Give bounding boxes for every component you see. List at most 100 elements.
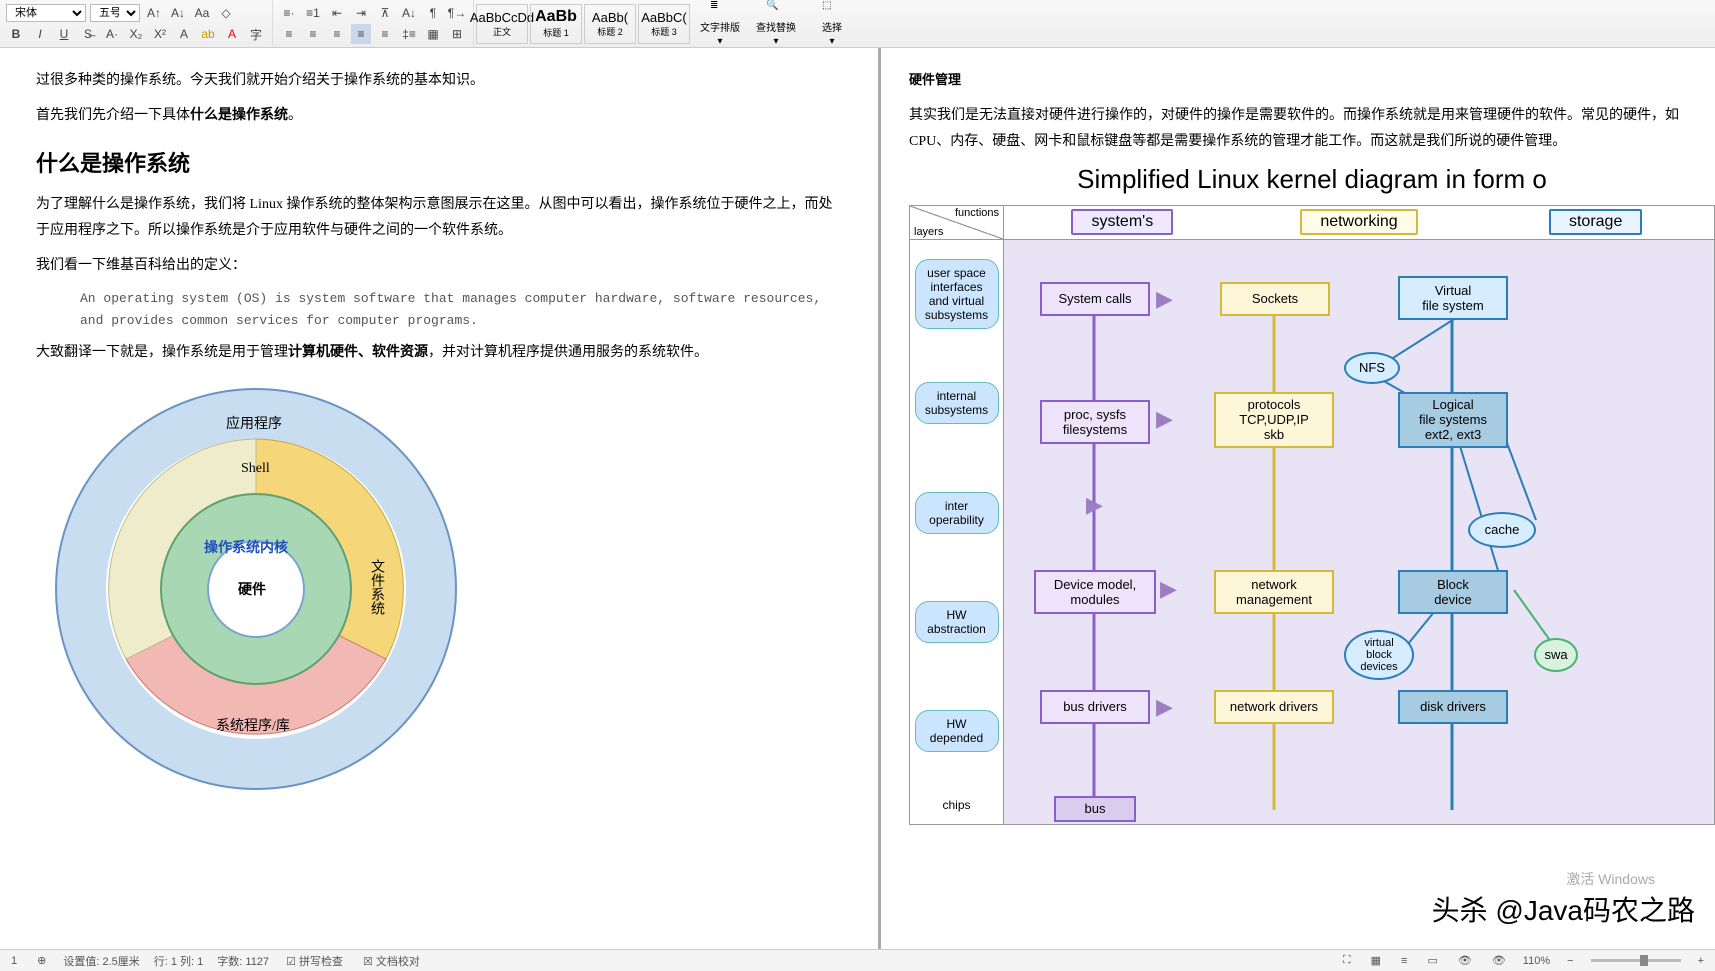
- clear-format-icon[interactable]: ◇: [216, 3, 236, 23]
- styles-gallery: AaBbCcDd正文 AaBb标题 1 AaBb(标题 2 AaBbC(标题 3: [474, 0, 692, 47]
- arrow-icon: ▶: [1156, 406, 1173, 432]
- view-outline-icon[interactable]: ≡: [1398, 955, 1410, 967]
- node-cache: cache: [1468, 512, 1536, 548]
- sort-icon[interactable]: A↓: [399, 3, 419, 23]
- spellcheck-toggle[interactable]: ☑ 拼写检查: [283, 953, 346, 969]
- font-color-icon[interactable]: A: [222, 24, 242, 44]
- word-count[interactable]: 字数: 1127: [217, 953, 269, 969]
- node-swap: swa: [1534, 638, 1578, 672]
- line-spacing-icon[interactable]: ‡≡: [399, 24, 419, 44]
- subscript-icon[interactable]: X₂: [126, 24, 146, 44]
- align-dist-icon[interactable]: ≡: [375, 24, 395, 44]
- col-systems: system's: [1071, 209, 1173, 235]
- node-devmodel: Device model, modules: [1034, 570, 1156, 614]
- ring-kernel-label: 操作系统内核: [204, 537, 288, 557]
- numbering-icon[interactable]: ≡1: [303, 3, 323, 23]
- ring-apps-label: 应用程序: [226, 413, 282, 433]
- node-syscalls: System calls: [1040, 282, 1150, 316]
- font-size-select[interactable]: 五号: [90, 4, 140, 22]
- windows-watermark: 激活 Windows: [1566, 869, 1655, 889]
- node-bus: bus: [1054, 796, 1136, 822]
- diagram-canvas: System calls ▶ Sockets Virtual file syst…: [1004, 240, 1714, 824]
- row-internal: internal subsystems: [915, 382, 999, 424]
- ltr-icon[interactable]: ¶→: [447, 3, 467, 23]
- pilcrow-icon[interactable]: ¶: [423, 3, 443, 23]
- zoom-out-icon[interactable]: −: [1564, 955, 1576, 967]
- diagram-title: Simplified Linux kernel diagram in form …: [909, 164, 1715, 195]
- zoom-level[interactable]: 110%: [1523, 955, 1550, 967]
- ring-shell-label: Shell: [241, 461, 270, 477]
- os-ring-diagram: 应用程序 Shell 操作系统内核 硬件 文件系统 系统程序/库: [46, 379, 466, 799]
- ring-syslib-label: 系统程序/库: [216, 715, 290, 735]
- fullscreen-icon[interactable]: ⛶: [1340, 954, 1354, 967]
- arrow-icon: ▶: [1160, 576, 1177, 602]
- text-layout-button[interactable]: ≣文字排版▾: [692, 0, 748, 47]
- super2-icon[interactable]: X²: [150, 24, 170, 44]
- underline-icon[interactable]: U: [54, 24, 74, 44]
- page-right[interactable]: 硬件管理 其实我们是无法直接对硬件进行操作的，对硬件的操作是需要软件的。而操作系…: [881, 48, 1715, 949]
- font-family-select[interactable]: 宋体: [6, 4, 86, 22]
- change-case-icon[interactable]: Aa: [192, 3, 212, 23]
- ring-fs-label: 文件系统: [366, 559, 386, 615]
- highlight-icon[interactable]: ab: [198, 24, 218, 44]
- align-left-icon[interactable]: ≡: [279, 24, 299, 44]
- node-netdrv: network drivers: [1214, 690, 1334, 724]
- bold-icon[interactable]: B: [6, 24, 26, 44]
- ribbon-toolbar: 宋体 五号 A↑ A↓ Aa ◇ B I U S̶ A· X₂ X² A ab …: [0, 0, 1715, 48]
- eye-icon[interactable]: 👁: [1455, 954, 1475, 967]
- shading-icon[interactable]: ▦: [423, 24, 443, 44]
- page-left[interactable]: 过很多种类的操作系统。今天我们就开始介绍关于操作系统的基本知识。 首先我们先介绍…: [0, 48, 881, 949]
- page-number[interactable]: 1: [8, 955, 20, 967]
- align-right-icon[interactable]: ≡: [327, 24, 347, 44]
- outdent-icon[interactable]: ⇤: [327, 3, 347, 23]
- nav-icon[interactable]: ⊕: [34, 954, 49, 967]
- paragraph-hw: 其实我们是无法直接对硬件进行操作的，对硬件的操作是需要软件的。而操作系统就是用来…: [909, 103, 1715, 153]
- document-area: 过很多种类的操作系统。今天我们就开始介绍关于操作系统的基本知识。 首先我们先介绍…: [0, 48, 1715, 949]
- node-proc: proc, sysfs filesystems: [1040, 400, 1150, 444]
- select-button[interactable]: ⬚选择▾: [804, 0, 860, 47]
- proof-toggle[interactable]: ☒ 文档校对: [360, 953, 423, 969]
- style-heading1[interactable]: AaBb标题 1: [530, 4, 582, 44]
- align-justify-icon[interactable]: ≡: [351, 24, 371, 44]
- paragraph-arch: 为了理解什么是操作系统，我们将 Linux 操作系统的整体架构示意图展示在这里。…: [36, 192, 842, 242]
- zoom-in-icon[interactable]: +: [1695, 955, 1707, 967]
- grow-font-icon[interactable]: A↑: [144, 3, 164, 23]
- eye2-icon[interactable]: 👁: [1489, 954, 1509, 967]
- arrow-icon: ▶: [1156, 286, 1173, 312]
- indent-icon[interactable]: ⇥: [351, 3, 371, 23]
- bullets-icon[interactable]: ≡·: [279, 3, 299, 23]
- node-vfs: Virtual file system: [1398, 276, 1508, 320]
- intro-sentence: 首先我们先介绍一下具体什么是操作系统。: [36, 103, 842, 128]
- node-busdrv: bus drivers: [1040, 690, 1150, 724]
- style-normal[interactable]: AaBbCcDd正文: [476, 4, 528, 44]
- view-print-icon[interactable]: ▦: [1368, 954, 1384, 967]
- font-group: 宋体 五号 A↑ A↓ Aa ◇ B I U S̶ A· X₂ X² A ab …: [0, 0, 273, 47]
- italic-icon[interactable]: I: [30, 24, 50, 44]
- node-protocols: protocols TCP,UDP,IP skb: [1214, 392, 1334, 448]
- find-replace-button[interactable]: 🔍查找替换▾: [748, 0, 804, 47]
- align-center-icon[interactable]: ≡: [303, 24, 323, 44]
- zoom-slider[interactable]: [1591, 959, 1681, 962]
- tab-icon[interactable]: ⊼: [375, 3, 395, 23]
- superscript-icon[interactable]: A·: [102, 24, 122, 44]
- row-hwabs: HW abstraction: [915, 601, 999, 643]
- arrow-icon: ▶: [1156, 694, 1173, 720]
- paragraph-group: ≡· ≡1 ⇤ ⇥ ⊼ A↓ ¶ ¶→ ≡ ≡ ≡ ≡ ≡ ‡≡ ▦ ⊞: [273, 0, 474, 47]
- style-heading3[interactable]: AaBbC(标题 3: [638, 4, 690, 44]
- quote-wiki: An operating system (OS) is system softw…: [80, 288, 842, 332]
- char-border-icon[interactable]: 字: [246, 24, 266, 44]
- overlay-attribution: 头杀 @Java码农之路: [1432, 889, 1695, 929]
- linux-kernel-diagram: functions layers system's networking sto…: [909, 205, 1715, 825]
- view-web-icon[interactable]: ▭: [1424, 954, 1440, 967]
- borders-icon[interactable]: ⊞: [447, 24, 467, 44]
- status-bar: 1 ⊕ 设置值: 2.5厘米 行: 1 列: 1 字数: 1127 ☑ 拼写检查…: [0, 949, 1715, 971]
- row-interop: inter operability: [915, 492, 999, 534]
- node-netmgmt: network management: [1214, 570, 1334, 614]
- col-storage: storage: [1549, 209, 1642, 235]
- strike-icon[interactable]: S̶: [78, 24, 98, 44]
- row-labels: user space interfaces and virtual subsys…: [910, 240, 1004, 824]
- font-effect-icon[interactable]: A: [174, 24, 194, 44]
- style-heading2[interactable]: AaBb(标题 2: [584, 4, 636, 44]
- heading-what-is-os: 什么是操作系统: [36, 146, 842, 178]
- shrink-font-icon[interactable]: A↓: [168, 3, 188, 23]
